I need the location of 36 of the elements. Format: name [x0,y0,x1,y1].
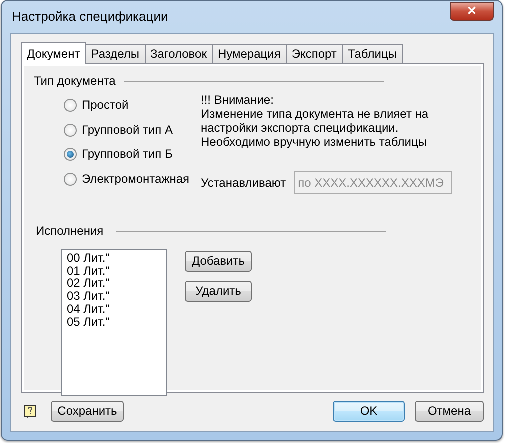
save-button[interactable]: Сохранить [51,401,124,422]
notice-text: настройки экспорта спецификации. [201,121,400,136]
close-button[interactable]: ✕ [450,2,494,20]
group-label: Исполнения [36,224,104,239]
tab[interactable]: Разделы [85,44,146,63]
list-item[interactable]: 03 Лит." [67,290,161,303]
group-label: Тип документа [34,74,116,88]
field-label: Устанавливают [201,176,286,190]
list-item[interactable]: 02 Лит." [67,277,161,290]
radio-button[interactable] [64,99,77,112]
window-title: Настройка спецификации [11,9,168,25]
help-icon[interactable] [24,404,37,418]
cancel-button[interactable]: Отмена [415,401,484,422]
tab[interactable]: Нумерация [212,44,287,63]
tab[interactable]: Таблицы [342,44,403,63]
notice-text: Изменение типа документа не влияет на [201,107,430,122]
notice-text: !!! Внимание: [201,93,275,108]
delete-button[interactable]: Удалить [185,280,252,302]
radio-option[interactable]: Простой [64,93,129,118]
radio-button[interactable] [64,124,77,137]
list-item[interactable]: 04 Лит." [67,302,161,316]
list-box[interactable]: 00 Лит." 01 Лит." 02 Лит." 03 Лит." 04 Лит." 05 Лит." [61,248,167,396]
list-item[interactable]: 01 Лит." [67,264,161,278]
add-button[interactable]: Добавить [185,250,252,272]
radio-option[interactable]: Групповой тип Б [64,142,173,167]
tab[interactable]: Документ [21,42,86,64]
radio-option[interactable]: Электромонтажная [64,166,190,192]
tab[interactable]: Заголовок [144,44,213,63]
ok-button[interactable]: OK [333,401,405,422]
radio-button[interactable] [64,148,77,162]
list-item[interactable]: 05 Лит." [67,316,161,329]
radio-option[interactable]: Групповой тип А [64,118,174,142]
list-item[interactable]: 00 Лит." [67,252,161,265]
tab[interactable]: Экспорт [286,44,343,63]
radio-button[interactable] [64,172,77,186]
notice-text: Необходимо вручную изменить таблицы [201,135,428,150]
